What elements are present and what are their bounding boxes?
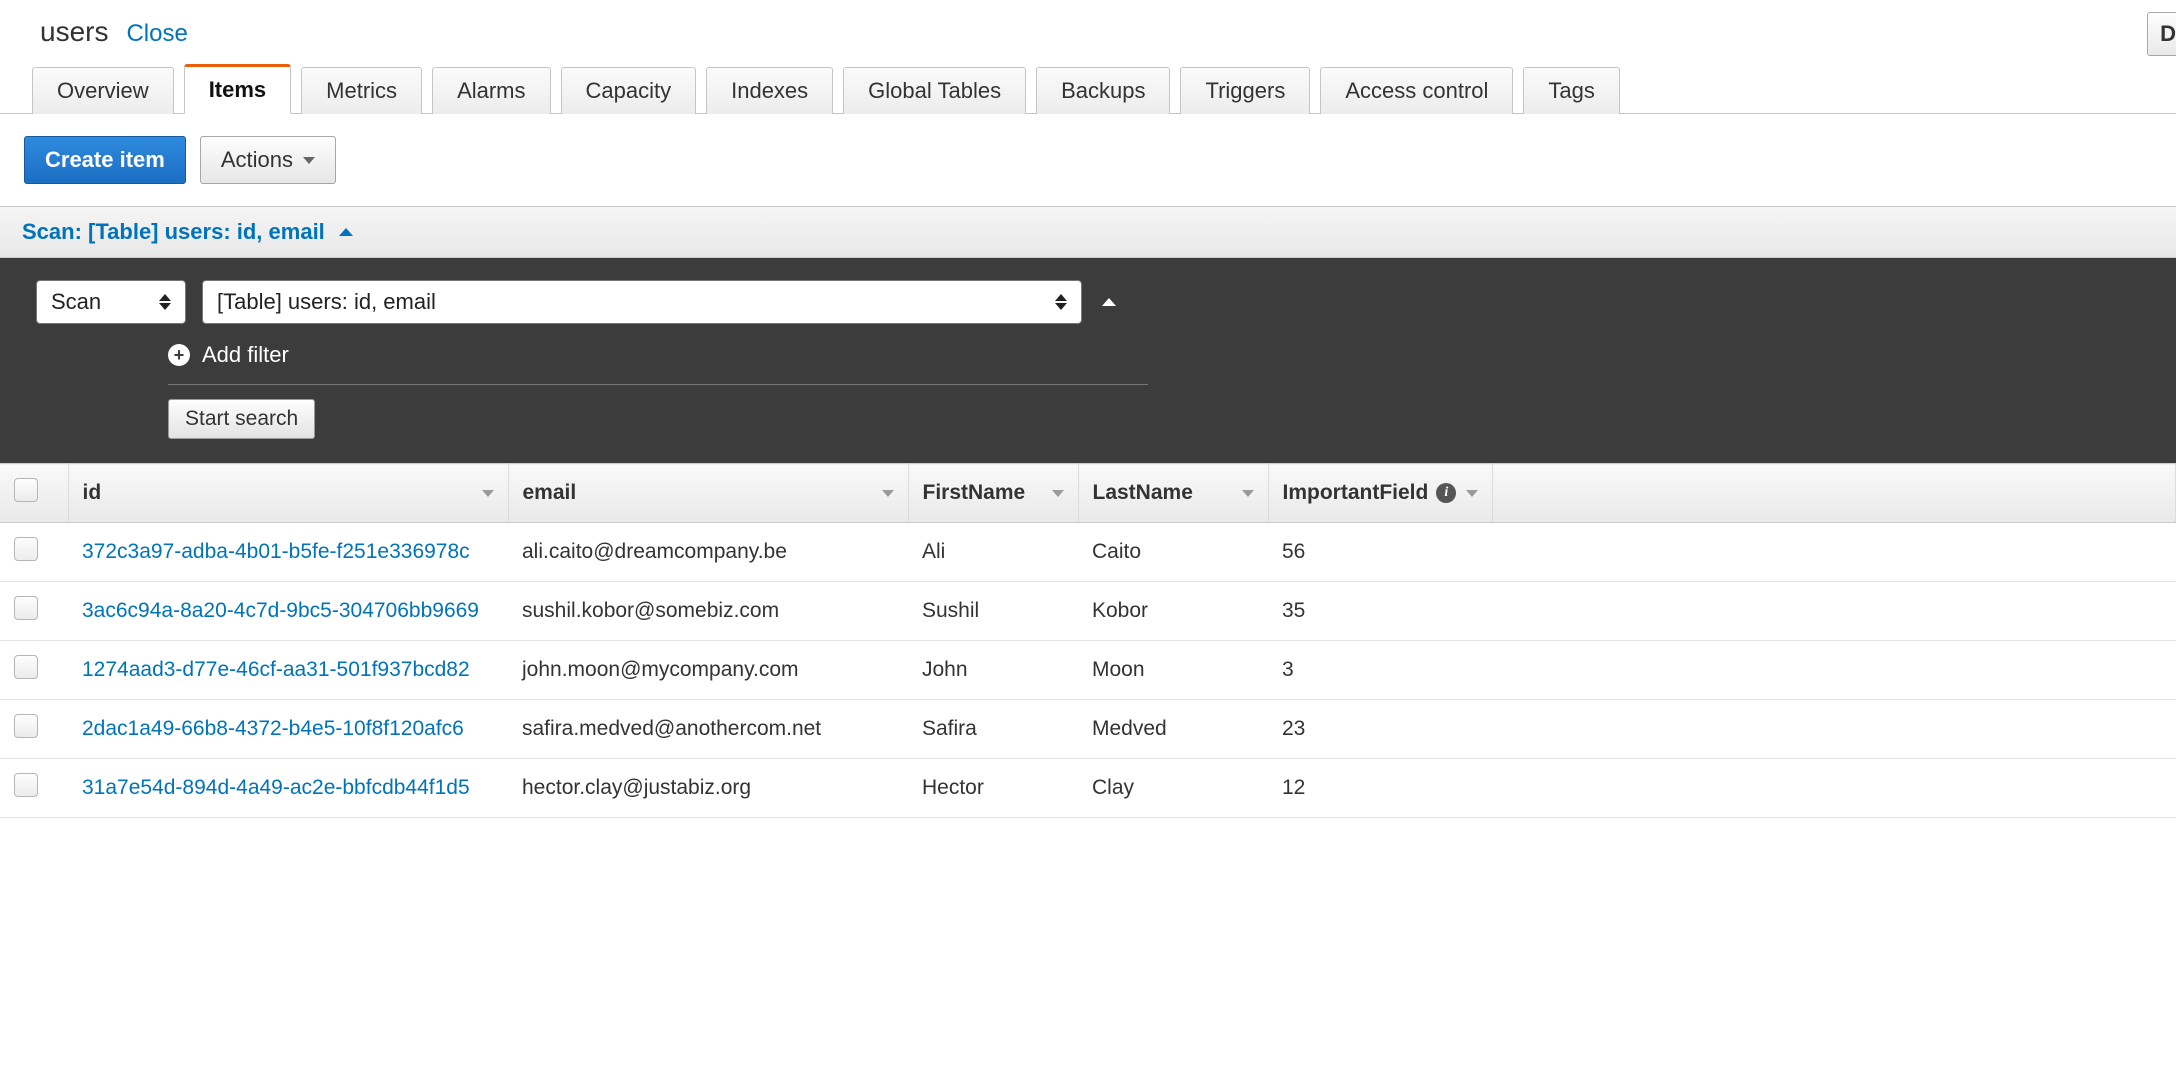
header: users Close D <box>0 0 2176 64</box>
row-firstname: John <box>908 641 1078 700</box>
row-firstname: Safira <box>908 700 1078 759</box>
select-arrows-icon <box>159 294 171 310</box>
row-id-link[interactable]: 31a7e54d-894d-4a49-ac2e-bbfcdb44f1d5 <box>82 776 470 799</box>
table-row: 31a7e54d-894d-4a49-ac2e-bbfcdb44f1d5 hect… <box>0 759 2176 818</box>
add-filter-label: Add filter <box>202 342 289 368</box>
tab-alarms[interactable]: Alarms <box>432 67 550 114</box>
items-table: id email FirstName LastName ImportantFie… <box>0 463 2176 818</box>
scan-table-select[interactable]: [Table] users: id, email <box>202 280 1082 324</box>
row-lastname: Moon <box>1078 641 1268 700</box>
table-row: 1274aad3-d77e-46cf-aa31-501f937bcd82 john… <box>0 641 2176 700</box>
info-icon[interactable]: i <box>1436 483 1456 503</box>
row-checkbox[interactable] <box>14 773 38 797</box>
scan-panel: Scan [Table] users: id, email + Add filt… <box>0 258 2176 463</box>
row-email: john.moon@mycompany.com <box>508 641 908 700</box>
sort-caret-icon <box>1052 490 1064 497</box>
row-importantfield: 56 <box>1268 523 1493 582</box>
select-all-checkbox[interactable] <box>14 478 38 502</box>
tab-triggers[interactable]: Triggers <box>1180 67 1310 114</box>
column-label: email <box>523 481 577 505</box>
scan-mode-value: Scan <box>51 289 101 315</box>
tab-items[interactable]: Items <box>184 64 291 114</box>
scan-table-value: [Table] users: id, email <box>217 289 436 315</box>
chevron-down-icon <box>303 157 315 164</box>
row-firstname: Hector <box>908 759 1078 818</box>
row-lastname: Medved <box>1078 700 1268 759</box>
tab-capacity[interactable]: Capacity <box>561 67 697 114</box>
column-header-email[interactable]: email <box>508 464 908 523</box>
divider <box>168 384 1148 385</box>
tab-tags[interactable]: Tags <box>1523 67 1619 114</box>
column-header-lastname[interactable]: LastName <box>1078 464 1268 523</box>
add-filter-button[interactable]: + Add filter <box>168 342 2154 368</box>
scan-summary-bar[interactable]: Scan: [Table] users: id, email <box>0 206 2176 258</box>
row-email: ali.caito@dreamcompany.be <box>508 523 908 582</box>
scan-summary-label: Scan: [Table] users: id, email <box>22 219 325 245</box>
table-row: 3ac6c94a-8a20-4c7d-9bc5-304706bb9669 sush… <box>0 582 2176 641</box>
table-row: 2dac1a49-66b8-4372-b4e5-10f8f120afc6 safi… <box>0 700 2176 759</box>
plus-circle-icon: + <box>168 344 190 366</box>
tab-metrics[interactable]: Metrics <box>301 67 422 114</box>
row-checkbox[interactable] <box>14 537 38 561</box>
column-header-checkbox <box>0 464 68 523</box>
tab-overview[interactable]: Overview <box>32 67 174 114</box>
sort-caret-icon <box>1466 490 1478 497</box>
row-checkbox[interactable] <box>14 714 38 738</box>
sort-caret-icon <box>482 490 494 497</box>
row-importantfield: 35 <box>1268 582 1493 641</box>
row-id-link[interactable]: 1274aad3-d77e-46cf-aa31-501f937bcd82 <box>82 658 470 681</box>
row-lastname: Kobor <box>1078 582 1268 641</box>
tab-indexes[interactable]: Indexes <box>706 67 833 114</box>
row-email: sushil.kobor@somebiz.com <box>508 582 908 641</box>
row-lastname: Clay <box>1078 759 1268 818</box>
row-email: safira.medved@anothercom.net <box>508 700 908 759</box>
row-checkbox[interactable] <box>14 655 38 679</box>
row-lastname: Caito <box>1078 523 1268 582</box>
row-firstname: Ali <box>908 523 1078 582</box>
sort-caret-icon <box>1242 490 1254 497</box>
column-label: FirstName <box>923 481 1026 505</box>
actions-label: Actions <box>221 147 293 173</box>
column-label: LastName <box>1093 481 1193 505</box>
collapse-panel-icon[interactable] <box>1102 298 1116 306</box>
select-arrows-icon <box>1055 294 1067 310</box>
right-truncated-button[interactable]: D <box>2147 12 2176 56</box>
start-search-button[interactable]: Start search <box>168 399 315 439</box>
tab-bar: OverviewItemsMetricsAlarmsCapacityIndexe… <box>0 64 2176 114</box>
sort-caret-icon <box>882 490 894 497</box>
chevron-up-icon <box>339 228 353 236</box>
row-importantfield: 12 <box>1268 759 1493 818</box>
close-link[interactable]: Close <box>126 20 187 48</box>
row-importantfield: 23 <box>1268 700 1493 759</box>
table-row: 372c3a97-adba-4b01-b5fe-f251e336978c ali.… <box>0 523 2176 582</box>
column-header-importantfield[interactable]: ImportantField i <box>1268 464 1493 523</box>
column-label: ImportantField <box>1283 481 1429 505</box>
actions-dropdown[interactable]: Actions <box>200 136 336 184</box>
row-firstname: Sushil <box>908 582 1078 641</box>
column-header-id[interactable]: id <box>68 464 508 523</box>
row-id-link[interactable]: 372c3a97-adba-4b01-b5fe-f251e336978c <box>82 540 470 563</box>
column-header-empty <box>1493 464 2176 523</box>
create-item-button[interactable]: Create item <box>24 136 186 184</box>
column-label: id <box>83 481 102 505</box>
table-title: users <box>40 16 108 48</box>
toolbar: Create item Actions <box>0 114 2176 206</box>
scan-mode-select[interactable]: Scan <box>36 280 186 324</box>
row-email: hector.clay@justabiz.org <box>508 759 908 818</box>
row-checkbox[interactable] <box>14 596 38 620</box>
column-header-firstname[interactable]: FirstName <box>908 464 1078 523</box>
tab-access-control[interactable]: Access control <box>1320 67 1513 114</box>
row-id-link[interactable]: 2dac1a49-66b8-4372-b4e5-10f8f120afc6 <box>82 717 464 740</box>
row-id-link[interactable]: 3ac6c94a-8a20-4c7d-9bc5-304706bb9669 <box>82 599 479 622</box>
tab-global-tables[interactable]: Global Tables <box>843 67 1026 114</box>
row-importantfield: 3 <box>1268 641 1493 700</box>
tab-backups[interactable]: Backups <box>1036 67 1170 114</box>
